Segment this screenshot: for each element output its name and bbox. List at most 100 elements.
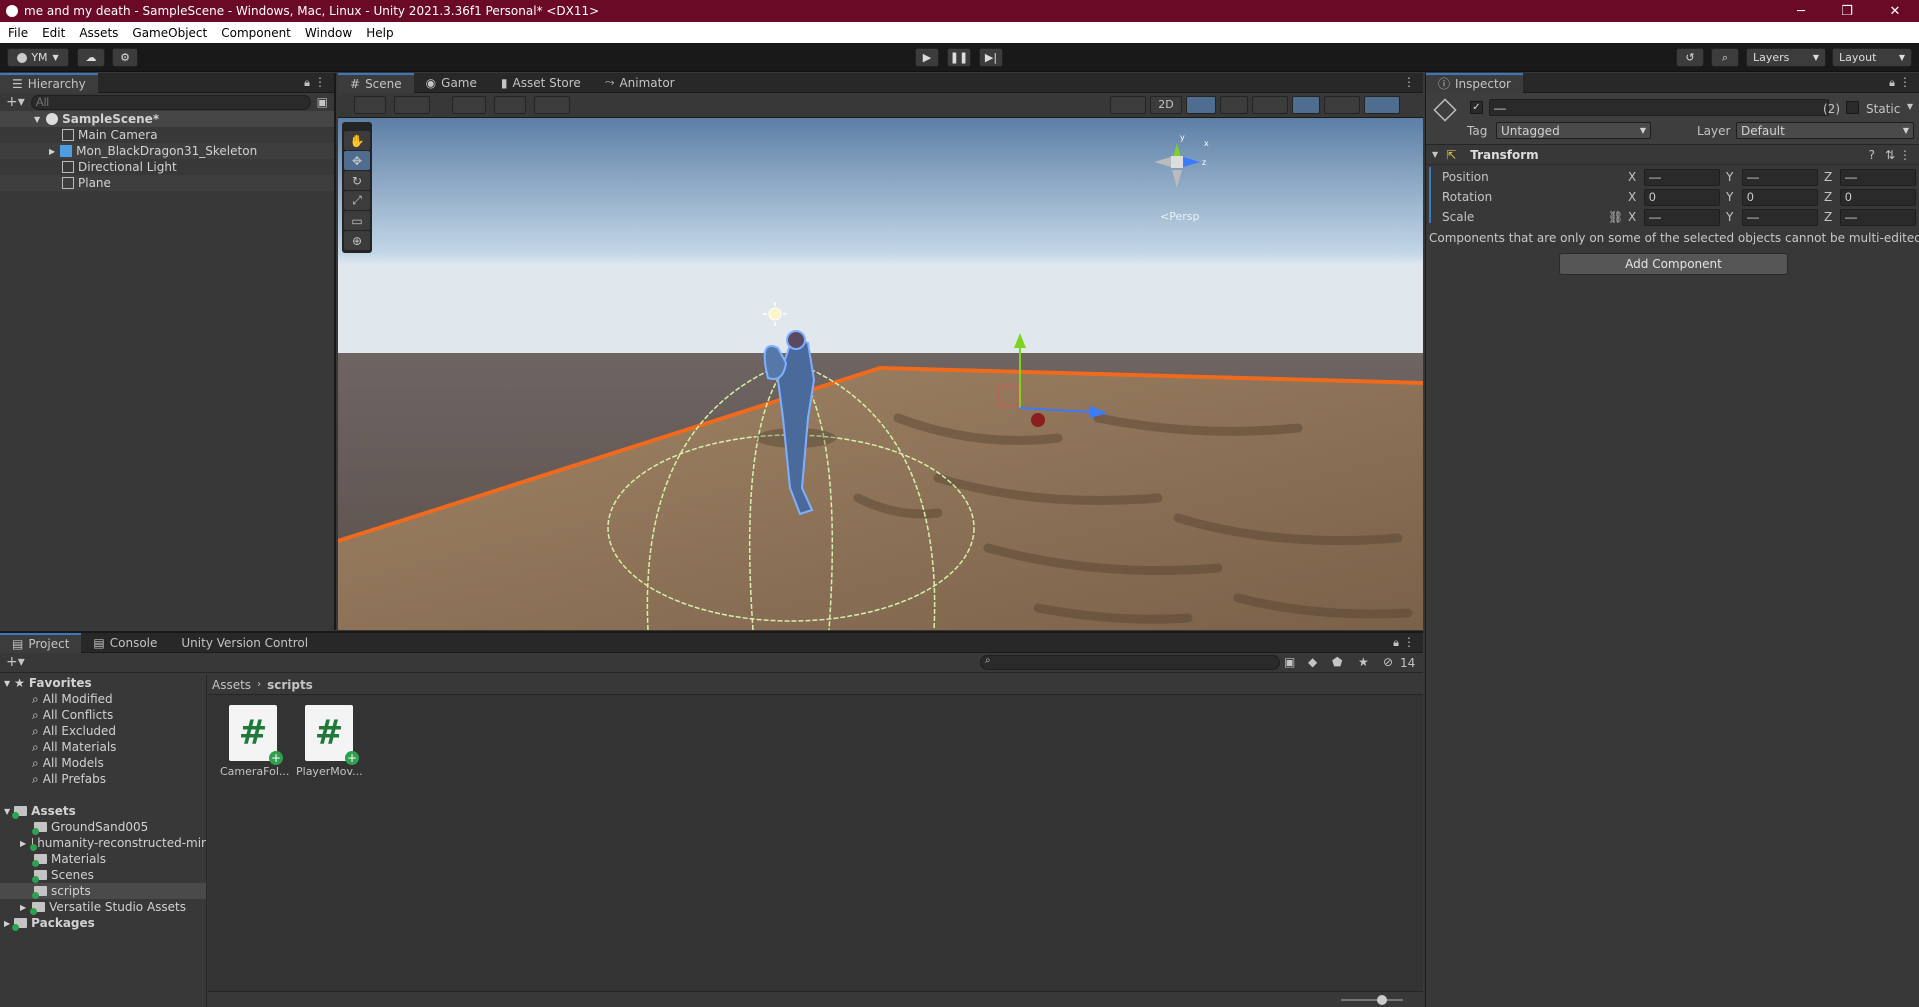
tab-hierarchy[interactable]: ☰ Hierarchy bbox=[0, 72, 98, 93]
position-y-field[interactable] bbox=[1742, 168, 1818, 186]
breadcrumb-item[interactable]: Assets bbox=[212, 678, 251, 692]
list-item[interactable]: ⌕ All Materials bbox=[0, 739, 206, 755]
align-dropdown[interactable] bbox=[534, 96, 570, 114]
favorites-header[interactable]: ▼ ★ Favorites bbox=[0, 675, 206, 691]
hidden-objects-toggle[interactable] bbox=[1292, 96, 1320, 114]
layout-dropdown[interactable]: Layout ▼ bbox=[1832, 48, 1912, 67]
pivot-dropdown[interactable] bbox=[394, 96, 430, 114]
tab-project[interactable]: ▤ Project bbox=[0, 632, 82, 653]
menu-component[interactable]: Component bbox=[214, 26, 298, 40]
search-by-type-icon[interactable]: ▣ bbox=[1284, 655, 1295, 669]
list-item[interactable]: ⌕ All Prefabs bbox=[0, 771, 206, 787]
gizmos-dropdown[interactable] bbox=[1364, 96, 1400, 114]
favorite-star-icon[interactable]: ★ bbox=[1358, 655, 1369, 669]
more-icon[interactable]: ⋮ bbox=[1403, 75, 1415, 89]
more-icon[interactable]: ⋮ bbox=[1403, 635, 1415, 649]
transform-tool-button[interactable]: ⊕ bbox=[344, 231, 370, 250]
gameobject-name-input[interactable] bbox=[1489, 99, 1829, 116]
tab-asset-store[interactable]: ▮ Asset Store bbox=[489, 73, 593, 93]
icon-size-slider[interactable] bbox=[1341, 999, 1403, 1001]
rect-tool-button[interactable]: ▭ bbox=[344, 211, 370, 230]
increment-snap-dropdown[interactable] bbox=[494, 96, 526, 114]
lock-icon[interactable]: 🔒︎ bbox=[1889, 76, 1895, 90]
menu-help[interactable]: Help bbox=[359, 26, 400, 40]
minimize-button[interactable]: ─ bbox=[1778, 0, 1824, 22]
position-x-field[interactable] bbox=[1644, 168, 1720, 186]
grid-snap-dropdown[interactable] bbox=[452, 96, 486, 114]
tab-animator[interactable]: ⤳ Animator bbox=[593, 73, 687, 93]
toggle-2d-button[interactable]: 2D bbox=[1150, 96, 1182, 114]
search-by-type-icon[interactable]: ▣ bbox=[317, 95, 328, 109]
lighting-toggle[interactable] bbox=[1186, 96, 1216, 114]
tab-scene[interactable]: # Scene bbox=[338, 72, 414, 93]
filter-type-icon[interactable]: ◆ bbox=[1308, 655, 1317, 669]
camera-dropdown[interactable] bbox=[1324, 96, 1360, 114]
hierarchy-item[interactable]: ▶ Mon_BlackDragon31_Skeleton bbox=[0, 143, 334, 159]
list-item[interactable]: Scenes bbox=[0, 867, 206, 883]
move-tool-button[interactable]: ✥ bbox=[344, 151, 370, 170]
packages-header[interactable]: ▶ Packages bbox=[0, 915, 206, 931]
rotation-y-field[interactable] bbox=[1742, 188, 1818, 206]
breadcrumb-item[interactable]: scripts bbox=[267, 678, 313, 692]
collab-button[interactable]: ⚙ bbox=[112, 48, 138, 67]
close-button[interactable]: ✕ bbox=[1872, 0, 1918, 22]
asset-item[interactable]: # + PlayerMov... bbox=[296, 705, 363, 778]
list-item[interactable]: ▶ humanity-reconstructed-mir bbox=[0, 835, 206, 851]
menu-edit[interactable]: Edit bbox=[35, 26, 72, 40]
more-icon[interactable]: ⋮ bbox=[314, 75, 326, 89]
more-icon[interactable]: ⋮ bbox=[1899, 148, 1911, 162]
list-item[interactable]: Materials bbox=[0, 851, 206, 867]
pause-button[interactable]: ❚❚ bbox=[947, 48, 971, 67]
help-icon[interactable]: ? bbox=[1869, 148, 1875, 162]
preset-icon[interactable]: ⇅ bbox=[1885, 148, 1895, 162]
lock-icon[interactable]: 🔒︎ bbox=[1393, 636, 1399, 650]
tag-dropdown[interactable]: Untagged ▼ bbox=[1496, 122, 1651, 139]
static-checkbox[interactable] bbox=[1846, 101, 1859, 114]
active-checkbox[interactable]: ✓ bbox=[1470, 101, 1483, 114]
search-button[interactable]: ⌕ bbox=[1711, 48, 1739, 67]
tab-version-control[interactable]: Unity Version Control bbox=[169, 633, 320, 653]
scene-row[interactable]: ▼ SampleScene* bbox=[0, 111, 334, 127]
hand-tool-button[interactable]: ✋ bbox=[344, 131, 370, 150]
add-icon[interactable]: +▾ bbox=[6, 94, 25, 110]
list-item[interactable]: ⌕ All Modified bbox=[0, 691, 206, 707]
list-item[interactable]: GroundSand005 bbox=[0, 819, 206, 835]
scale-z-field[interactable] bbox=[1840, 208, 1916, 226]
persp-label[interactable]: <Persp bbox=[1160, 210, 1199, 223]
assets-header[interactable]: ▼ Assets bbox=[0, 803, 206, 819]
label-icon[interactable]: ⬟ bbox=[1332, 655, 1342, 669]
maximize-button[interactable]: ❐ bbox=[1824, 0, 1870, 22]
menu-gameobject[interactable]: GameObject bbox=[125, 26, 214, 40]
position-z-field[interactable] bbox=[1840, 168, 1916, 186]
rotate-tool-button[interactable]: ↻ bbox=[344, 171, 370, 190]
icon-size-slider-handle[interactable] bbox=[1377, 995, 1387, 1005]
link-icon[interactable]: ⛓ bbox=[1608, 210, 1628, 224]
tab-console[interactable]: ▤ Console bbox=[81, 633, 169, 653]
list-item[interactable]: ▶ Versatile Studio Assets bbox=[0, 899, 206, 915]
scale-y-field[interactable] bbox=[1742, 208, 1818, 226]
scale-tool-button[interactable]: ⤢ bbox=[344, 191, 370, 210]
transform-component-header[interactable]: ▼ ⇱ Transform ? ⇅ ⋮ bbox=[1426, 145, 1919, 165]
add-icon[interactable]: +▾ bbox=[6, 654, 25, 670]
list-item[interactable]: ⌕ All Conflicts bbox=[0, 707, 206, 723]
layer-dropdown[interactable]: Default ▼ bbox=[1736, 122, 1914, 139]
play-button[interactable]: ▶ bbox=[915, 48, 939, 67]
scene-viewport[interactable]: y z x <Persp ✋ ✥ ↻ ⤢ ▭ ⊕ bbox=[338, 118, 1423, 630]
cloud-button[interactable]: ☁ bbox=[77, 48, 105, 67]
tab-game[interactable]: ◉ Game bbox=[414, 73, 489, 93]
lock-icon[interactable]: 🔒︎ bbox=[304, 76, 310, 90]
menu-file[interactable]: File bbox=[0, 26, 35, 40]
scale-x-field[interactable] bbox=[1644, 208, 1720, 226]
tab-inspector[interactable]: ⓘ Inspector bbox=[1426, 72, 1523, 93]
list-item[interactable]: scripts bbox=[0, 883, 206, 899]
effects-dropdown[interactable] bbox=[1252, 96, 1288, 114]
add-component-button[interactable]: Add Component bbox=[1559, 253, 1788, 275]
hierarchy-search-input[interactable] bbox=[30, 94, 311, 110]
hierarchy-item[interactable]: Main Camera bbox=[0, 127, 334, 143]
list-item[interactable]: ⌕ All Models bbox=[0, 755, 206, 771]
more-icon[interactable]: ⋮ bbox=[1899, 75, 1911, 89]
history-button[interactable]: ↺ bbox=[1676, 48, 1704, 67]
layers-dropdown[interactable]: Layers ▼ bbox=[1746, 48, 1826, 67]
project-search-input[interactable] bbox=[980, 655, 1280, 670]
hidden-packages-icon[interactable]: ⊘ bbox=[1383, 655, 1393, 669]
